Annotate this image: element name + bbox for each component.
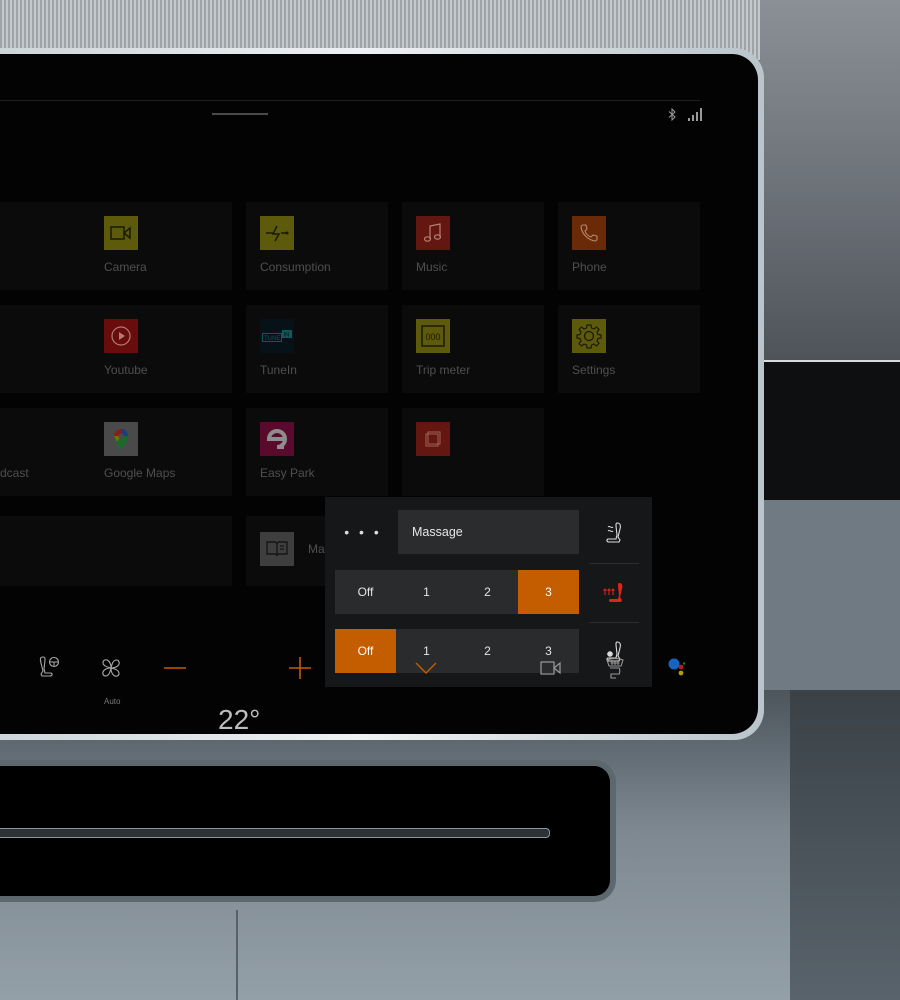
dashboard-trim-line — [760, 360, 900, 362]
seat-massage-button[interactable] — [589, 504, 639, 562]
seat-steering-icon — [39, 656, 60, 677]
app-tile-podcast[interactable]: dcast — [0, 408, 92, 496]
temperature-decrease-button[interactable] — [162, 658, 188, 678]
app-tile-camera[interactable]: Camera — [90, 202, 232, 290]
app-label: Ma — [308, 542, 325, 556]
app-label: Camera — [104, 260, 147, 274]
music-note-icon — [416, 216, 450, 250]
console-seam — [236, 910, 238, 1000]
chevron-down-icon — [415, 662, 437, 674]
phone-icon — [572, 216, 606, 250]
massage-button[interactable]: Massage — [398, 510, 579, 554]
seat-massage-icon — [606, 522, 621, 543]
camera-button[interactable] — [538, 656, 564, 680]
app-tile-phone[interactable]: Phone — [558, 202, 700, 290]
app-tile-partial[interactable] — [0, 516, 232, 586]
fan-button[interactable] — [98, 655, 124, 681]
app-tile-partial[interactable] — [0, 305, 92, 393]
heating-option-3[interactable]: 3 — [518, 570, 579, 614]
temperature-display: 22° — [218, 704, 261, 734]
easypark-icon — [260, 422, 294, 456]
fan-icon — [102, 659, 120, 677]
bluetooth-icon — [668, 108, 676, 121]
app-label: Youtube — [104, 363, 148, 377]
app-tile-trip-meter[interactable]: 000 Trip meter — [402, 305, 544, 393]
gear-icon — [572, 319, 606, 353]
drag-handle[interactable] — [212, 113, 268, 115]
app-tile-settings[interactable]: Settings — [558, 305, 700, 393]
svg-text:TUNE: TUNE — [264, 336, 280, 342]
app-tile-tunein[interactable]: TUNE IN TuneIn — [246, 305, 388, 393]
app-tile-consumption[interactable]: Consumption — [246, 202, 388, 290]
minus-icon — [164, 667, 186, 669]
console-side — [790, 690, 900, 1000]
ventilation-option-off[interactable]: Off — [335, 629, 396, 673]
ventilation-option-2[interactable]: 2 — [457, 629, 518, 673]
app-tile-music[interactable]: Music — [402, 202, 544, 290]
seat-heating-icon — [603, 583, 623, 602]
app-icon — [416, 422, 450, 456]
heating-option-2[interactable]: 2 — [457, 570, 518, 614]
plus-icon — [289, 657, 311, 679]
seat-steering-button[interactable] — [36, 654, 62, 680]
temperature-increase-button[interactable] — [288, 656, 312, 680]
fan-mode-label: Auto — [104, 697, 121, 706]
app-label: TuneIn — [260, 363, 297, 377]
top-divider — [0, 100, 700, 101]
map-pin-icon — [104, 422, 138, 456]
app-tile-google-maps[interactable]: Google Maps — [90, 408, 232, 496]
app-tile-easy-park[interactable]: Easy Park — [246, 408, 388, 496]
air-vent-slat[interactable] — [0, 828, 550, 838]
seat-heating-button[interactable] — [589, 564, 639, 622]
voice-assistant-button[interactable] — [664, 654, 690, 682]
app-label: Consumption — [260, 260, 331, 274]
heating-option-1[interactable]: 1 — [396, 570, 457, 614]
app-label: Music — [416, 260, 448, 274]
app-tile-partial-hidden[interactable] — [402, 408, 544, 496]
play-icon — [104, 319, 138, 353]
google-assistant-icon — [668, 658, 686, 676]
app-label: Phone — [572, 260, 607, 274]
app-label: Easy Park — [260, 466, 315, 480]
app-tile-partial[interactable] — [0, 202, 92, 290]
app-label: dcast — [0, 466, 29, 480]
tunein-icon: TUNE IN — [260, 319, 294, 353]
seat-heating-selector: Off 1 2 3 — [335, 570, 579, 614]
app-label: Google Maps — [104, 466, 176, 480]
odometer-icon: 000 — [416, 319, 450, 353]
app-label: Settings — [572, 363, 616, 377]
signal-bars-icon — [688, 108, 702, 121]
video-camera-icon — [104, 216, 138, 250]
collapse-climate-button[interactable] — [414, 658, 438, 678]
dashboard-trim — [760, 360, 900, 500]
lightning-icon — [260, 216, 294, 250]
rear-defrost-icon — [606, 657, 624, 679]
app-label: Trip meter — [416, 363, 471, 377]
more-options-button[interactable]: • • • — [335, 511, 391, 553]
svg-text:000: 000 — [426, 332, 441, 342]
infotainment-screen: Camera Consumption Music Phone Youtube T… — [0, 54, 758, 734]
heating-option-off[interactable]: Off — [335, 570, 396, 614]
app-tile-youtube[interactable]: Youtube — [90, 305, 232, 393]
svg-text:IN: IN — [284, 333, 290, 339]
manual-book-icon — [260, 532, 294, 566]
video-camera-icon — [540, 661, 561, 675]
defroster-button[interactable] — [602, 654, 628, 682]
status-bar — [668, 108, 702, 121]
